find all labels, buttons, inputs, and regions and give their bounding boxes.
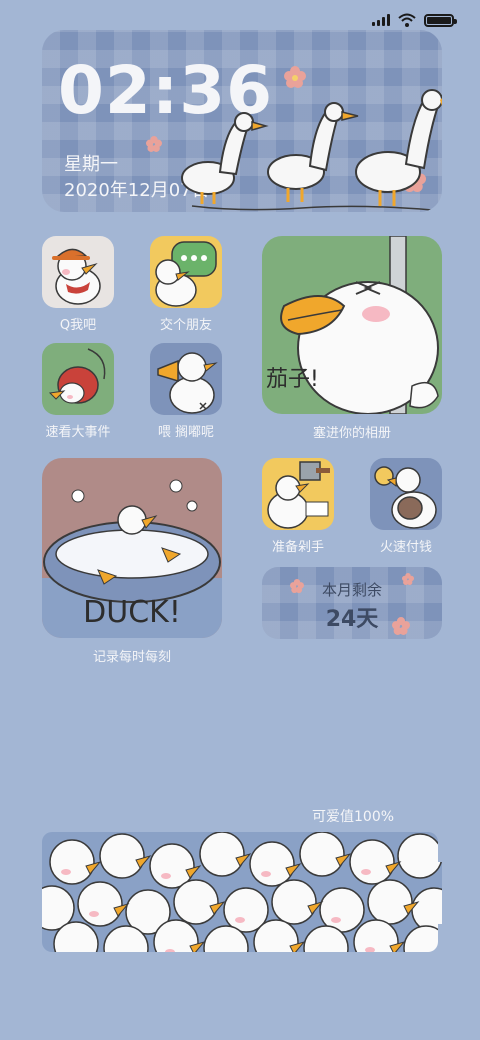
countdown-widget[interactable]: 本月剩余 24天: [262, 567, 442, 639]
app-q-me[interactable]: Q我吧: [42, 236, 114, 333]
clock-weekday: 星期一: [64, 154, 118, 175]
photo-widget-label: 塞进你的相册: [312, 426, 391, 441]
moment-widget[interactable]: DUCK! 记录每时每刻: [42, 458, 222, 665]
app-pay[interactable]: 火速付钱: [370, 458, 442, 555]
duck-prison-illustration: 茄子!: [262, 236, 442, 414]
duck-money-icon: [370, 458, 442, 530]
flower-icon: [284, 66, 306, 88]
moment-caption: DUCK!: [83, 595, 181, 630]
countdown-title: 本月剩余: [321, 581, 382, 599]
flower-icon: [146, 136, 162, 152]
wifi-icon: [398, 13, 416, 27]
app-label: 交个朋友: [159, 318, 212, 333]
photo-caption: 茄子!: [266, 367, 319, 392]
duck-bird-icon: [42, 343, 114, 415]
moment-widget-label: 记录每时每刻: [92, 650, 171, 665]
duck-megaphone-icon: [150, 343, 222, 415]
duck-phone-icon: [150, 236, 222, 308]
duck-battery-widget[interactable]: [42, 832, 442, 952]
app-label: 火速付钱: [379, 540, 432, 555]
status-bar: [372, 10, 457, 30]
geese-illustration: [181, 89, 442, 211]
signal-icon: [372, 14, 390, 26]
photo-widget[interactable]: 茄子! 塞进你的相册: [262, 236, 442, 441]
clock-widget[interactable]: 02:36 星期一 2020年12月07日: [42, 30, 442, 212]
app-shopping[interactable]: 准备剁手: [262, 458, 334, 555]
duck-bath-illustration: DUCK!: [42, 458, 222, 638]
app-news[interactable]: 速看大事件: [42, 343, 114, 440]
duck-hat-icon: [42, 236, 114, 308]
countdown-value: 24天: [325, 607, 379, 632]
duck-cleaver-icon: [262, 458, 334, 530]
app-label: 准备剁手: [271, 540, 324, 555]
battery-icon: [424, 13, 457, 27]
app-label: 速看大事件: [45, 425, 111, 440]
battery-fill: [427, 16, 451, 24]
cute-battery-label: 可爱值100%: [312, 809, 395, 825]
app-make-friends[interactable]: 交个朋友: [150, 236, 222, 333]
app-label: Q我吧: [59, 318, 97, 333]
app-label: 喂 搁嘟呢: [157, 425, 215, 440]
app-where-are-you[interactable]: 喂 搁嘟呢: [150, 343, 222, 440]
